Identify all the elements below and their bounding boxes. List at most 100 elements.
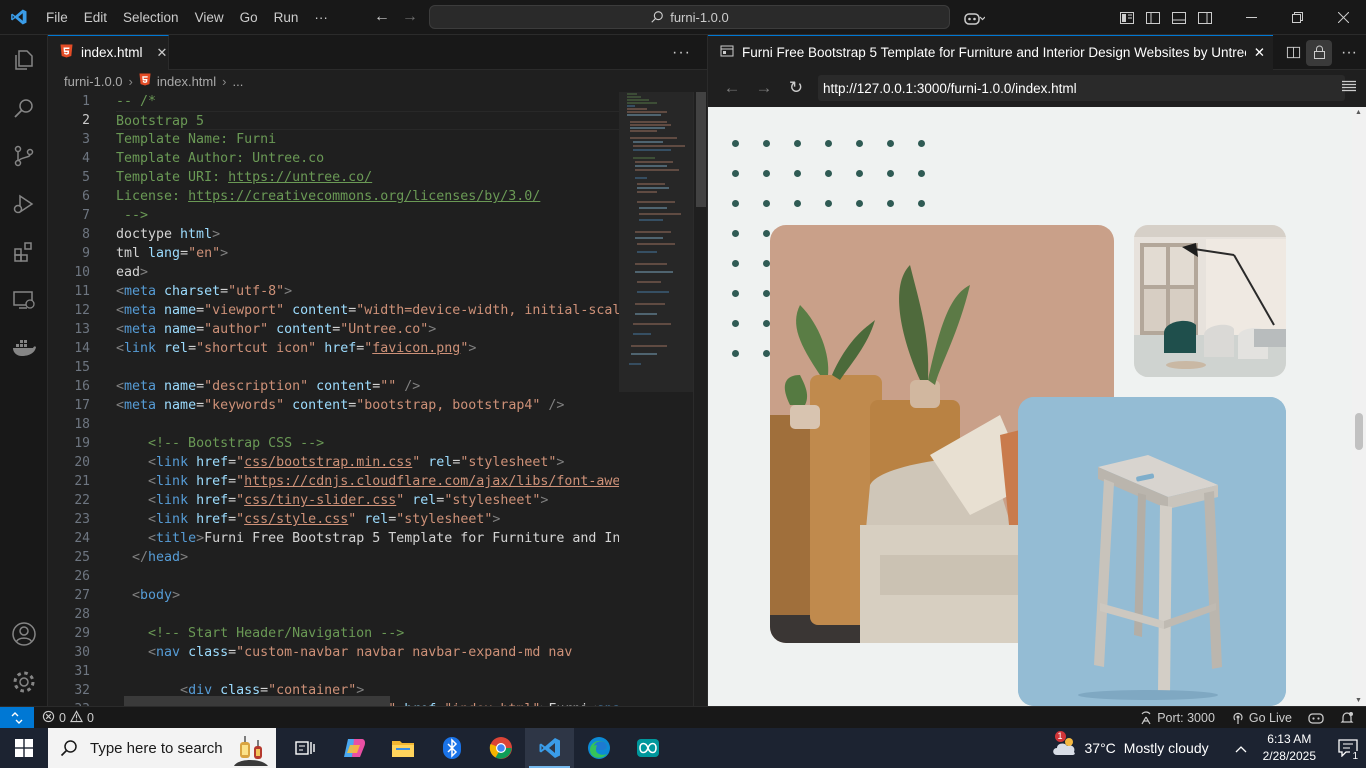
- tab-simple-browser[interactable]: Furni Free Bootstrap 5 Template for Furn…: [708, 34, 1273, 70]
- code-line[interactable]: [116, 605, 619, 624]
- code-line[interactable]: <!-- Start Header/Navigation -->: [116, 624, 619, 643]
- search-icon[interactable]: [0, 84, 48, 132]
- file-explorer-icon[interactable]: [378, 728, 427, 768]
- url-input[interactable]: http://127.0.0.1:3000/furni-1.0.0/index.…: [818, 75, 1345, 101]
- code-line[interactable]: [116, 662, 619, 681]
- close-tab-icon[interactable]: ✕: [157, 45, 168, 61]
- weather-widget[interactable]: 1 37°C Mostly cloudy: [1051, 730, 1209, 760]
- toggle-panel-icon[interactable]: [1166, 0, 1192, 35]
- code-lines[interactable]: -- /* Bootstrap 5 Template Name: Furni Temp…: [116, 92, 619, 706]
- menu-file[interactable]: File: [38, 0, 76, 35]
- code-line[interactable]: tml lang="en">: [116, 244, 619, 263]
- code-line[interactable]: Bootstrap 5: [116, 111, 619, 130]
- menu-view[interactable]: View: [187, 0, 232, 35]
- page-scrollbar[interactable]: ▲ ▼: [1352, 107, 1366, 706]
- edge-icon[interactable]: [574, 728, 623, 768]
- editor-vertical-scrollbar[interactable]: [693, 92, 707, 706]
- remote-explorer-icon[interactable]: [0, 276, 48, 324]
- taskbar-search-box[interactable]: Type here to search: [48, 728, 276, 768]
- menu-selection[interactable]: Selection: [115, 0, 187, 35]
- minimize-icon[interactable]: [1228, 0, 1274, 35]
- code-line[interactable]: -- /*: [116, 92, 619, 111]
- source-control-icon[interactable]: [0, 132, 48, 180]
- code-line[interactable]: <link href="https://cdnjs.cloudflare.com…: [116, 472, 619, 491]
- code-line[interactable]: Template Name: Furni: [116, 130, 619, 149]
- lock-group-icon[interactable]: [1306, 39, 1332, 66]
- editor-horizontal-scrollbar[interactable]: [124, 696, 390, 706]
- breadcrumb-folder[interactable]: furni-1.0.0: [64, 74, 123, 89]
- chrome-icon[interactable]: [476, 728, 525, 768]
- code-line[interactable]: <link href="css/tiny-slider.css" rel="st…: [116, 491, 619, 510]
- explorer-icon[interactable]: [0, 36, 48, 84]
- show-hidden-icons-chevron-icon[interactable]: [1229, 741, 1253, 756]
- toggle-secondary-sidebar-icon[interactable]: [1192, 0, 1218, 35]
- code-line[interactable]: ead>: [116, 263, 619, 282]
- tab-index-html[interactable]: index.html ✕: [48, 34, 169, 70]
- browser-more-actions-icon[interactable]: ···: [1332, 40, 1366, 66]
- command-center[interactable]: furni-1.0.0: [429, 5, 950, 29]
- browser-forward-icon[interactable]: →: [748, 78, 780, 98]
- run-debug-icon[interactable]: [0, 180, 48, 228]
- code-line[interactable]: <link rel="shortcut icon" href="favicon.…: [116, 339, 619, 358]
- breadcrumb-file[interactable]: index.html: [157, 74, 216, 89]
- code-line[interactable]: <meta name="keywords" content="bootstrap…: [116, 396, 619, 415]
- code-line[interactable]: Template Author: Untree.co: [116, 149, 619, 168]
- task-view-icon[interactable]: [280, 728, 329, 768]
- remote-indicator-icon[interactable]: [0, 706, 34, 729]
- close-tab-icon[interactable]: ✕: [1254, 45, 1265, 61]
- go-live-button[interactable]: Go Live: [1231, 711, 1292, 725]
- scroll-up-icon[interactable]: ▲: [1355, 109, 1362, 116]
- copilot-icon[interactable]: [954, 0, 994, 35]
- code-line[interactable]: <!-- Bootstrap CSS -->: [116, 434, 619, 453]
- editor-more-actions-icon[interactable]: ···: [672, 35, 691, 70]
- code-line[interactable]: -->: [116, 206, 619, 225]
- extensions-icon[interactable]: [0, 228, 48, 276]
- code-line[interactable]: doctype html>: [116, 225, 619, 244]
- account-icon[interactable]: [0, 610, 48, 658]
- minimap[interactable]: [619, 92, 693, 706]
- go-forward-icon[interactable]: →: [402, 8, 418, 26]
- code-line[interactable]: <meta name="author" content="Untree.co">: [116, 320, 619, 339]
- arduino-icon[interactable]: [623, 728, 672, 768]
- code-line[interactable]: [116, 567, 619, 586]
- menu-run[interactable]: Run: [266, 0, 307, 35]
- code-line[interactable]: <nav class="custom-navbar navbar navbar-…: [116, 643, 619, 662]
- menu-more[interactable]: ···: [306, 0, 336, 35]
- code-line[interactable]: License: https://creativecommons.org/lic…: [116, 187, 619, 206]
- scroll-down-icon[interactable]: ▼: [1355, 697, 1362, 704]
- restore-icon[interactable]: [1274, 0, 1320, 35]
- copilot-icon[interactable]: [329, 728, 378, 768]
- web-page-viewport[interactable]: [708, 107, 1353, 706]
- menu-edit[interactable]: Edit: [76, 0, 115, 35]
- bluetooth-icon[interactable]: [427, 728, 476, 768]
- reload-icon[interactable]: ↻: [780, 78, 812, 98]
- notifications-bell-icon[interactable]: [1340, 711, 1354, 725]
- docker-icon[interactable]: [0, 324, 48, 372]
- code-line[interactable]: <link href="css/bootstrap.min.css" rel="…: [116, 453, 619, 472]
- customize-layout-icon[interactable]: [1114, 0, 1140, 35]
- taskbar-clock[interactable]: 6:13 AM 2/28/2025: [1263, 731, 1316, 765]
- port-forward-status[interactable]: Port: 3000: [1139, 711, 1215, 725]
- menu-go[interactable]: Go: [232, 0, 266, 35]
- problems-indicator[interactable]: 0 0: [34, 709, 94, 726]
- code-line[interactable]: Template URI: https://untree.co/: [116, 168, 619, 187]
- page-scroll-thumb[interactable]: [1355, 413, 1363, 450]
- editor-scroll-thumb[interactable]: [696, 92, 706, 207]
- code-line[interactable]: <meta charset="utf-8">: [116, 282, 619, 301]
- open-in-browser-menu-icon[interactable]: [1342, 80, 1356, 95]
- code-line[interactable]: </head>: [116, 548, 619, 567]
- code-line[interactable]: <link href="css/style.css" rel="styleshe…: [116, 510, 619, 529]
- close-icon[interactable]: [1320, 0, 1366, 35]
- notification-center-icon[interactable]: 1: [1330, 728, 1366, 768]
- split-editor-icon[interactable]: [1280, 40, 1306, 66]
- code-line[interactable]: <meta name="description" content="" />: [116, 377, 619, 396]
- code-line[interactable]: <meta name="viewport" content="width=dev…: [116, 301, 619, 320]
- browser-back-icon[interactable]: ←: [716, 78, 748, 98]
- vscode-taskbar-icon[interactable]: [525, 728, 574, 768]
- code-line[interactable]: [116, 415, 619, 434]
- toggle-primary-sidebar-icon[interactable]: [1140, 0, 1166, 35]
- code-editor[interactable]: 1 2 3 4 5 6 7 8 9 10 11 12 13 14 15 16 17 18 19 20 21 22 23 24 2…: [48, 92, 707, 706]
- code-line[interactable]: [116, 358, 619, 377]
- copilot-status-icon[interactable]: [1308, 711, 1324, 725]
- code-line[interactable]: <title>Furni Free Bootstrap 5 Template f…: [116, 529, 619, 548]
